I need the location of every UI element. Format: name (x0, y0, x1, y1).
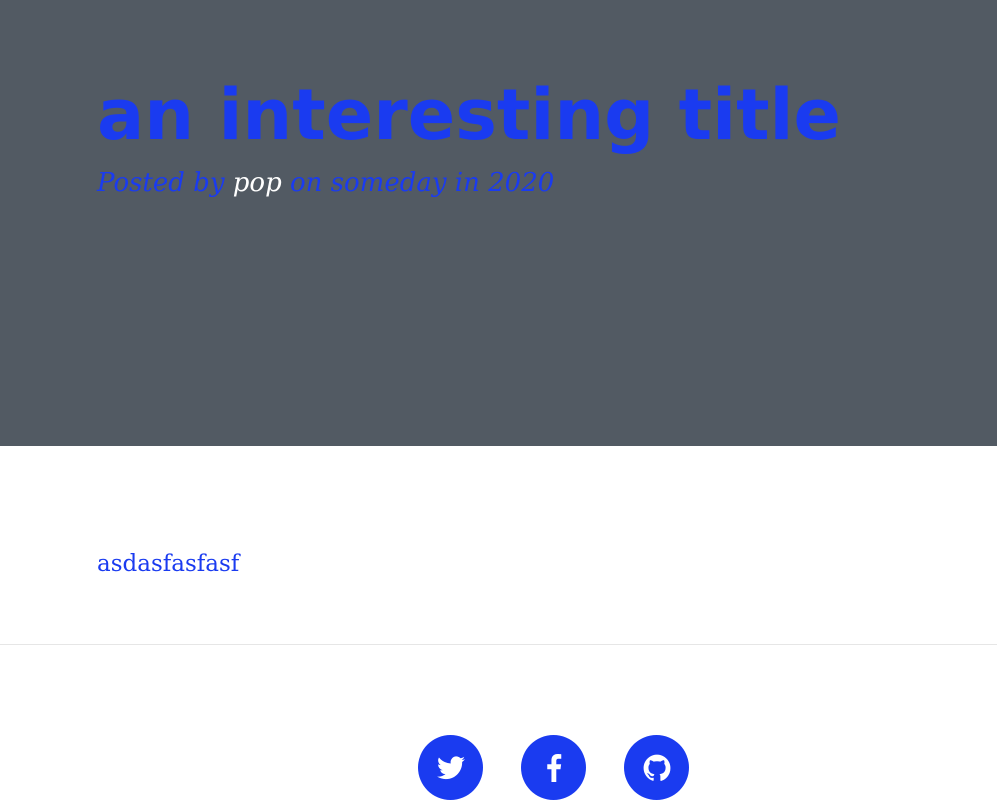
github-button[interactable] (624, 735, 689, 800)
masthead: an interesting title Posted by pop on so… (0, 0, 997, 446)
post-heading: an interesting title Posted by pop on so… (97, 72, 841, 200)
meta-suffix: on someday in 2020 (290, 168, 555, 198)
post-meta: Posted by pop on someday in 2020 (97, 166, 841, 200)
meta-prefix: Posted by (97, 168, 225, 198)
social-links (418, 735, 689, 800)
twitter-button[interactable] (418, 735, 483, 800)
twitter-icon (436, 755, 465, 779)
post-title: an interesting title (97, 74, 842, 156)
post-paragraph: asdasfasfasf (97, 551, 240, 577)
facebook-icon (546, 753, 561, 782)
github-icon (643, 754, 670, 781)
footer-divider (0, 644, 997, 645)
author-link[interactable]: pop (233, 168, 282, 198)
post-content: asdasfasfasf (97, 545, 239, 583)
facebook-button[interactable] (521, 735, 586, 800)
